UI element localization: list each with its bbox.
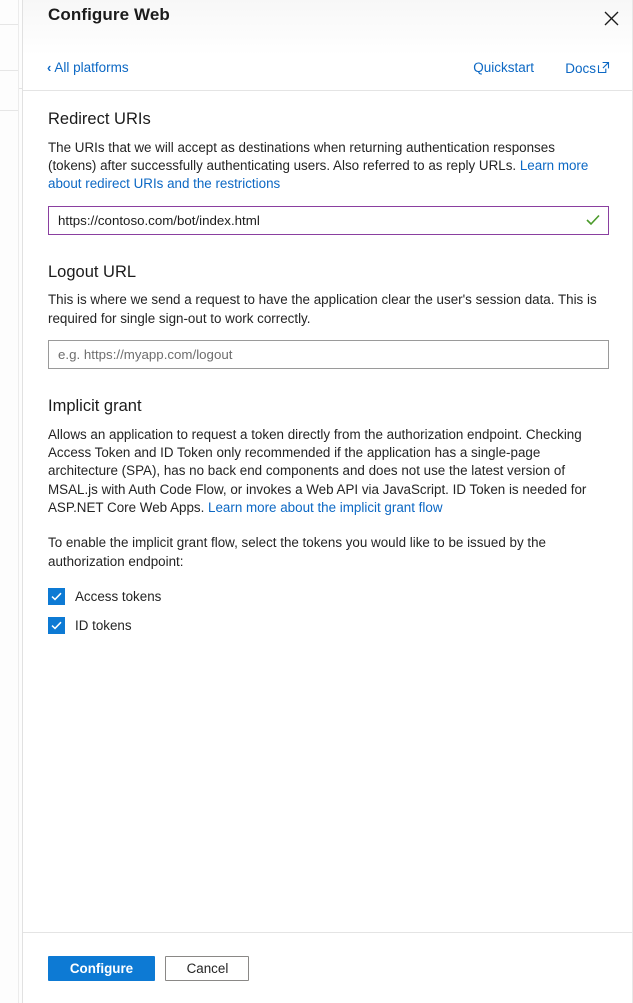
docs-link-label: Docs <box>565 61 596 76</box>
cancel-button[interactable]: Cancel <box>165 956 250 981</box>
redirect-uris-description: The URIs that we will accept as destinat… <box>48 139 606 194</box>
configure-web-blade: Configure Web ‹ All platforms Quickstart… <box>22 0 633 1003</box>
implicit-grant-heading: Implicit grant <box>48 397 142 416</box>
redirect-uris-description-text: The URIs that we will accept as destinat… <box>48 139 555 174</box>
close-button[interactable] <box>596 4 626 32</box>
section-logout-url: Logout URL This is where we send a reque… <box>48 235 609 370</box>
implicit-grant-learn-more-link[interactable]: Learn more about the implicit grant flow <box>208 500 442 515</box>
external-link-icon <box>597 61 610 77</box>
page-title: Configure Web <box>48 5 170 24</box>
configure-button[interactable]: Configure <box>48 956 155 981</box>
logout-url-input[interactable] <box>48 340 609 370</box>
checkbox-row-id-tokens[interactable]: ID tokens <box>48 616 607 634</box>
background-row-divider <box>0 110 18 111</box>
checkmark-icon <box>51 592 62 601</box>
checkmark-icon <box>51 621 62 630</box>
blade-content: Redirect URIs The URIs that we will acce… <box>23 92 632 932</box>
blade-footer: Configure Cancel <box>23 932 632 1003</box>
checkbox-label-id-tokens: ID tokens <box>75 617 132 633</box>
quickstart-link[interactable]: Quickstart <box>473 60 534 75</box>
close-icon <box>604 11 619 26</box>
section-redirect-uris: Redirect URIs The URIs that we will acce… <box>48 92 609 235</box>
logout-url-heading: Logout URL <box>48 262 137 281</box>
header-links: ‹ All platforms Quickstart Docs <box>23 60 632 82</box>
background-row-divider <box>0 70 18 71</box>
checkbox-access-tokens[interactable] <box>48 587 65 605</box>
back-to-all-platforms-link[interactable]: ‹ All platforms <box>47 60 129 75</box>
redirect-uri-input[interactable] <box>48 205 609 235</box>
checkbox-id-tokens[interactable] <box>48 616 65 634</box>
redirect-uris-heading: Redirect URIs <box>48 110 151 128</box>
section-implicit-grant: Implicit grant Allows an application to … <box>48 369 607 634</box>
redirect-uri-input-wrapper <box>48 194 609 235</box>
implicit-grant-description: Allows an application to request a token… <box>48 426 606 517</box>
background-column-separator <box>18 0 19 1003</box>
back-link-label: All platforms <box>54 60 129 75</box>
implicit-grant-instructions: To enable the implicit grant flow, selec… <box>48 535 546 569</box>
checkbox-label-access-tokens: Access tokens <box>75 588 162 604</box>
docs-link[interactable]: Docs <box>565 60 610 77</box>
chevron-left-icon: ‹ <box>47 60 52 75</box>
checkbox-row-access-tokens[interactable]: Access tokens <box>48 587 607 605</box>
background-list <box>0 0 24 1003</box>
logout-url-description: This is where we send a request to have … <box>48 292 597 326</box>
blade-header: Configure Web ‹ All platforms Quickstart… <box>23 0 632 91</box>
background-row-divider <box>0 24 18 25</box>
